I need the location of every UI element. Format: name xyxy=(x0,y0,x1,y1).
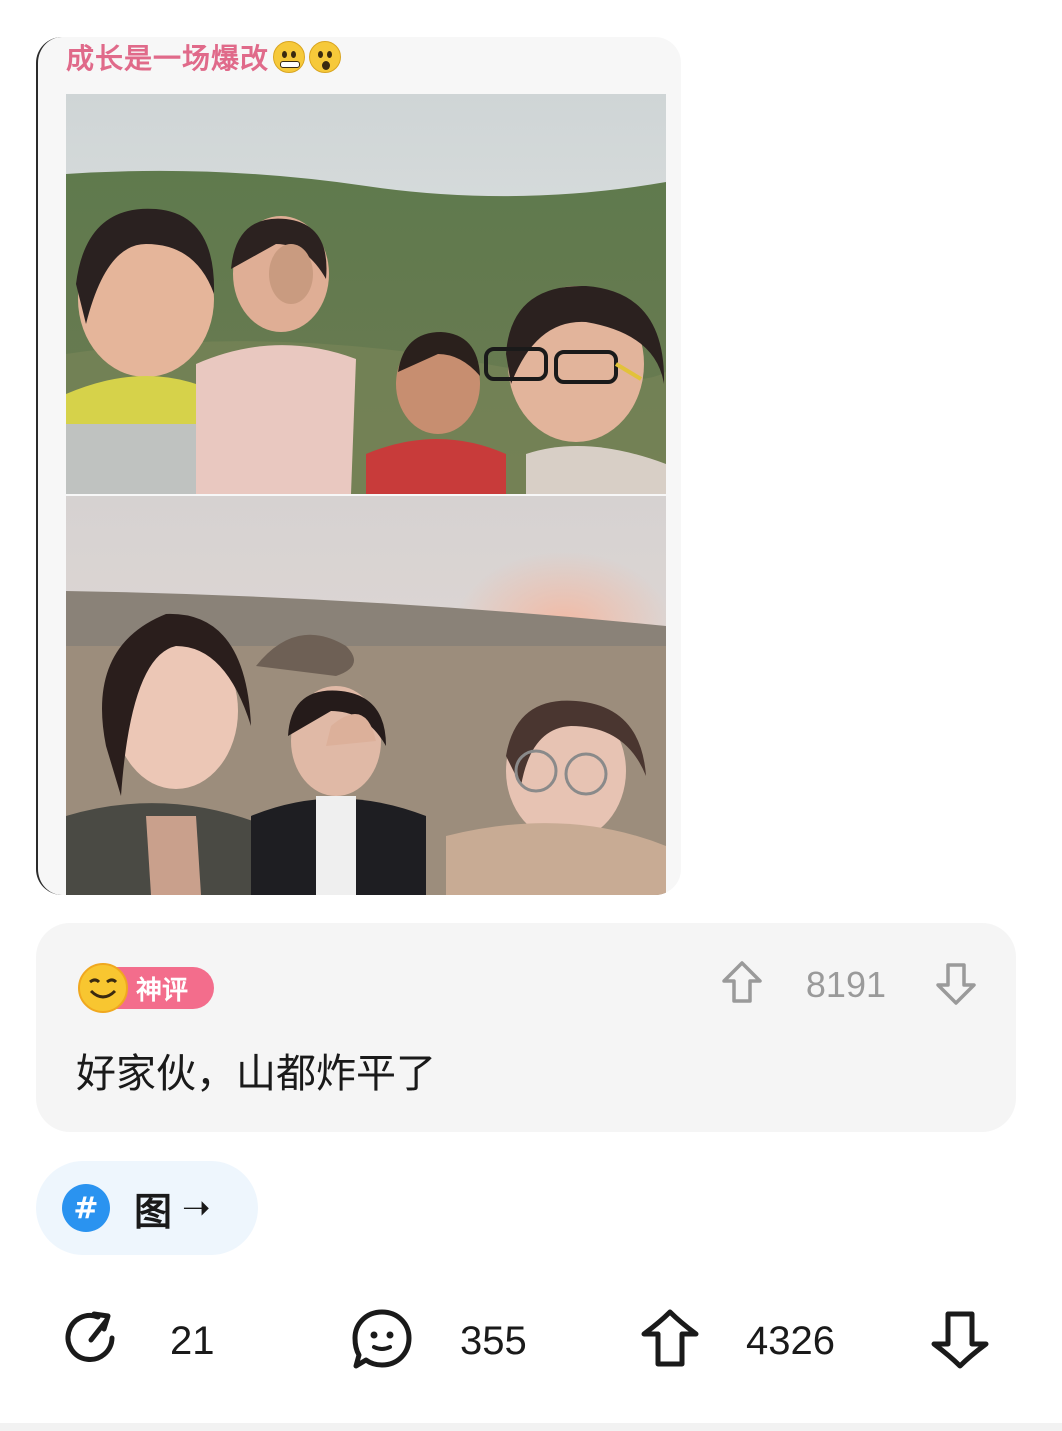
upvote-icon xyxy=(640,1308,700,1374)
comment-upvote-icon[interactable] xyxy=(720,959,764,1011)
grimacing-face-emoji xyxy=(273,41,306,73)
post-image-card[interactable]: 成长是一场爆改 xyxy=(36,37,681,895)
image-caption: 成长是一场爆改 xyxy=(66,39,342,75)
comment-upvote-count: 8191 xyxy=(805,964,886,1005)
topic-tag[interactable]: # 图 ➝ xyxy=(36,1161,258,1255)
hot-comment-card[interactable]: 神评 8191 好家伙，山都炸平了 xyxy=(36,923,1016,1132)
photo-childhood[interactable] xyxy=(66,94,666,494)
hushed-face-emoji xyxy=(309,41,342,73)
share-button[interactable]: 21 xyxy=(62,1305,215,1377)
hashtag-icon: # xyxy=(62,1184,110,1232)
image-caption-text: 成长是一场爆改 xyxy=(66,42,270,75)
comment-count: 355 xyxy=(460,1318,527,1363)
action-bar: 21 355 4326 xyxy=(0,1305,1062,1377)
share-icon xyxy=(62,1308,124,1374)
arrow-right-icon: ➝ xyxy=(182,1188,211,1228)
upvote-count: 4326 xyxy=(746,1318,835,1363)
downvote-button[interactable] xyxy=(930,1305,990,1377)
comment-button[interactable]: 355 xyxy=(350,1305,527,1377)
comment-vote-group: 8191 xyxy=(720,961,978,1009)
photo-adult[interactable] xyxy=(66,496,666,895)
comment-text: 好家伙，山都炸平了 xyxy=(76,1051,436,1097)
upvote-button[interactable]: 4326 xyxy=(640,1305,835,1377)
comment-bubble-icon xyxy=(350,1307,414,1375)
bottom-divider xyxy=(0,1423,1062,1431)
share-count: 21 xyxy=(170,1318,215,1363)
smirk-face-icon xyxy=(78,963,128,1013)
god-comment-badge: 神评 xyxy=(78,963,214,1013)
comment-downvote-icon[interactable] xyxy=(934,959,978,1011)
downvote-icon xyxy=(930,1308,990,1374)
topic-label: 图 xyxy=(134,1189,173,1234)
